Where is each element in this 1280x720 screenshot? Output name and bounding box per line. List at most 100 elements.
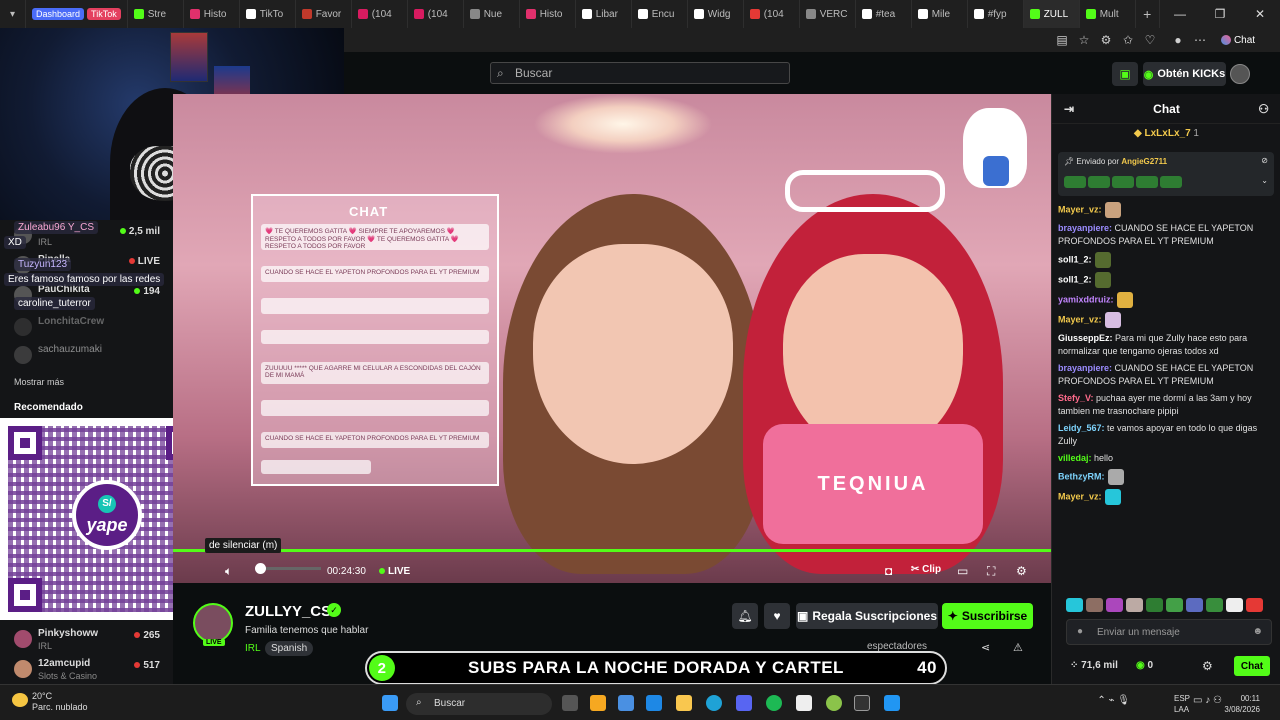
chat-username[interactable]: villedaj: (1058, 453, 1092, 463)
sidebar-channel[interactable]: Pinkyshoww IRL 265 (8, 624, 168, 654)
browser-tab[interactable]: Histo (184, 0, 240, 28)
input-language[interactable]: ESP LAA (1174, 693, 1190, 715)
channel-avatar[interactable] (193, 603, 233, 643)
emoji-icon[interactable]: ☻ (1252, 626, 1263, 637)
send-chat-button[interactable]: Chat (1234, 656, 1270, 676)
emote[interactable] (1146, 598, 1163, 612)
emote[interactable] (1106, 598, 1123, 612)
browser-tab[interactable]: Encu (632, 0, 688, 28)
category-link[interactable]: IRL (245, 643, 261, 654)
chat-username[interactable]: Stefy_V: (1058, 393, 1094, 403)
browser-tab[interactable]: Stre (128, 0, 184, 28)
taskbar-search[interactable]: ⌕ Buscar (406, 693, 552, 715)
obs-icon[interactable] (854, 695, 870, 711)
chat-username[interactable]: Leidy_567: (1058, 423, 1105, 433)
favorite-star-icon[interactable]: ☆ (1076, 32, 1092, 48)
system-tray-icons[interactable]: ⌃ ⌁ 🎙︎ (1097, 695, 1130, 706)
edge-icon[interactable] (706, 695, 722, 711)
browser-tab[interactable]: (104 (408, 0, 464, 28)
chat-username[interactable]: brayanpiere: (1058, 363, 1112, 373)
chat-username[interactable]: Mayer_vz: (1058, 491, 1102, 501)
users-icon[interactable]: ⚇ (1258, 102, 1269, 116)
volume-knob[interactable] (255, 563, 266, 574)
task-view-icon[interactable] (562, 695, 578, 711)
sidebar-channel[interactable]: 12amcupid Slots & Casino 517 (8, 654, 168, 684)
store-icon[interactable] (618, 695, 634, 711)
browser-tab[interactable]: ZULL (1023, 0, 1080, 28)
notification-bell-icon[interactable]: 🔔︎ (732, 603, 758, 629)
new-tab-button[interactable]: + (1136, 0, 1160, 28)
chat-username[interactable]: soll1_2: (1058, 254, 1092, 264)
browser-tab[interactable]: Libar (576, 0, 632, 28)
emote[interactable] (1166, 598, 1183, 612)
follow-heart-icon[interactable]: ♥ (764, 603, 790, 629)
browser-tab[interactable]: (104 (352, 0, 408, 28)
browser-tab[interactable]: Histo (520, 0, 576, 28)
spotify-icon[interactable] (766, 695, 782, 711)
dashboard-chip[interactable]: Dashboard (32, 8, 85, 20)
copilot-button[interactable]: Chat (1216, 32, 1260, 48)
kicks-balance[interactable]: ◉ 0 (1136, 660, 1153, 671)
profile-icon[interactable]: ● (1170, 32, 1186, 48)
browser-tab[interactable]: (104 (744, 0, 800, 28)
browser-tab[interactable]: Mile (912, 0, 968, 28)
extensions-icon[interactable]: ⚙ (1098, 32, 1114, 48)
browser-tab[interactable]: Favor (296, 0, 352, 28)
folder-icon[interactable] (676, 695, 692, 711)
subscribe-button[interactable]: ✦ Suscribirse (942, 603, 1033, 629)
browser-tab[interactable]: Nue (464, 0, 520, 28)
tab-list-button[interactable]: ▾ (0, 0, 26, 28)
collapse-chat-icon[interactable]: ⇥ (1064, 102, 1074, 116)
settings-gear-icon[interactable]: ⚙ (1016, 564, 1027, 578)
emote[interactable] (1246, 598, 1263, 612)
emote[interactable] (1066, 598, 1083, 612)
language-tag[interactable]: Spanish (265, 641, 314, 656)
chat-username[interactable]: Mayer_vz: (1058, 204, 1102, 214)
clip-button[interactable]: ✂ Clip (911, 564, 941, 575)
video-player[interactable]: TEQNIUA CHAT 💗 TE QUEREMOS GATITA 💗 SIEM… (173, 94, 1051, 583)
chat-settings-gear-icon[interactable]: ⚙ (1202, 659, 1213, 673)
fullscreen-icon[interactable]: ⛶ (987, 564, 995, 579)
browser-tab[interactable]: #tea (856, 0, 912, 28)
miniplayer-icon[interactable]: ▭ (957, 564, 968, 578)
volume-slider[interactable] (255, 563, 321, 574)
get-kicks-button[interactable]: ◉ Obtén KICKs (1143, 62, 1226, 86)
channel-points[interactable]: ⁘ 71,6 mil (1070, 660, 1118, 671)
close-icon[interactable]: ✕ (1240, 0, 1280, 28)
sidebar-icon[interactable]: ▤ (1054, 32, 1070, 48)
chevron-down-icon[interactable]: ⌄ (1261, 176, 1268, 185)
copilot-icon[interactable] (646, 695, 662, 711)
chat-username[interactable]: GiusseppEz: (1058, 333, 1113, 343)
browser-tab[interactable]: #fyp (968, 0, 1024, 28)
windows-start-icon[interactable] (382, 695, 398, 711)
browser-tab[interactable]: Mult (1080, 0, 1136, 28)
discord-icon[interactable] (736, 695, 752, 711)
chat-username[interactable]: soll1_2: (1058, 274, 1092, 284)
sidebar-channel[interactable]: sachauzumaki (8, 340, 168, 370)
tiktok-chip[interactable]: TikTok (87, 8, 121, 20)
sidebar-channel[interactable]: LonchitaCrew (8, 312, 168, 342)
app-icon[interactable] (884, 695, 900, 711)
user-avatar[interactable] (1230, 64, 1250, 84)
channel-name[interactable]: ZULLYY_CS (245, 603, 331, 620)
clock[interactable]: 00:11 3/08/2026 (1224, 693, 1260, 715)
chat-username[interactable]: BethzyRM: (1058, 471, 1105, 481)
search-input[interactable]: ⌕ Buscar (490, 62, 790, 84)
gift-icon[interactable]: ▣ (1112, 62, 1138, 86)
app-icon[interactable] (826, 695, 842, 711)
emote[interactable] (1186, 598, 1203, 612)
chat-username[interactable]: Mayer_vz: (1058, 314, 1102, 324)
emote[interactable] (1086, 598, 1103, 612)
maximize-icon[interactable]: ❐ (1200, 0, 1240, 28)
browser-tab[interactable]: VERC (800, 0, 856, 28)
chat-message-input[interactable]: ● Enviar un mensaje ☻ (1066, 619, 1272, 645)
share-icon[interactable]: ⋖ (981, 641, 990, 654)
more-icon[interactable]: ⋯ (1192, 32, 1208, 48)
chat-username[interactable]: brayanpiere: (1058, 223, 1112, 233)
live-progress-bar[interactable] (173, 549, 1051, 552)
emote[interactable] (1206, 598, 1223, 612)
volume-icon[interactable]: 🔈︎ (225, 564, 232, 579)
emote[interactable] (1226, 598, 1243, 612)
minimize-icon[interactable]: — (1160, 0, 1200, 28)
theater-mode-icon[interactable]: ◘ (885, 564, 892, 578)
